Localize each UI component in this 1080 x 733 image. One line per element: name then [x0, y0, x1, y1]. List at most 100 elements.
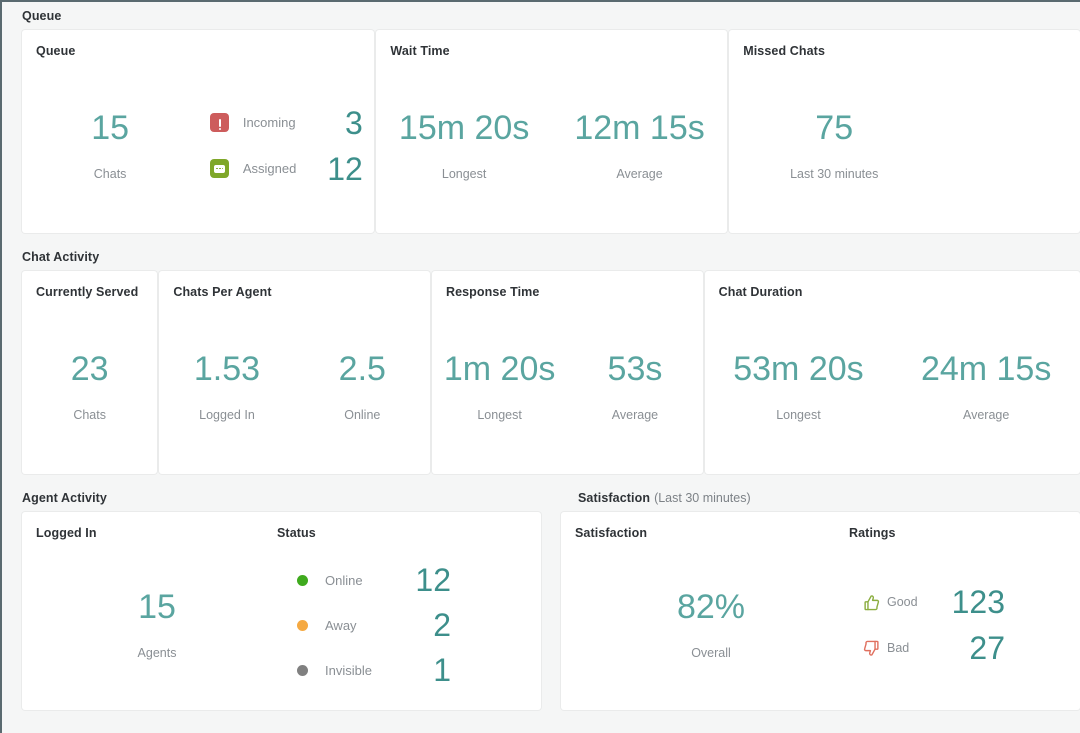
chat-activity-card-row: Currently Served 23 Chats Chats Per Agen… — [2, 271, 1080, 474]
metric-caption: Overall — [691, 646, 731, 660]
metric-response-average: 53s Average — [608, 352, 663, 422]
chat-tile-icon — [210, 159, 230, 179]
metric-caption: Longest — [442, 167, 486, 181]
card-title-response-time: Response Time — [432, 271, 703, 299]
card-title-ratings: Ratings — [849, 512, 896, 540]
metric-wait-longest: 15m 20s Longest — [399, 111, 529, 181]
status-value: 2 — [409, 609, 451, 641]
metric-duration-average: 24m 15s Average — [921, 352, 1051, 422]
metric-value: 53s — [608, 352, 663, 386]
online-dot-icon — [292, 570, 312, 590]
invisible-dot-icon — [292, 660, 312, 680]
metric-caption: Chats — [73, 408, 106, 422]
metric-caption: Online — [344, 408, 380, 422]
dashboard-root: Queue Queue 15 Chats — [0, 0, 1080, 733]
metric-value: 1.53 — [194, 352, 260, 386]
metric-caption: Chats — [94, 167, 127, 181]
card-logged-in[interactable]: Logged In Status 15 Agents — [22, 512, 541, 710]
status-value: 12 — [409, 564, 451, 596]
section-header-queue: Queue — [2, 2, 1080, 30]
card-title-chat-duration: Chat Duration — [705, 271, 1080, 299]
rating-value: 123 — [939, 586, 1005, 618]
metric-value: 53m 20s — [733, 352, 863, 386]
metric-caption: Average — [616, 167, 662, 181]
section-title-agent-activity: Agent Activity — [22, 491, 107, 505]
card-title-wait-time: Wait Time — [376, 30, 727, 58]
queue-breakdown: Incoming 3 Assigned 12 — [210, 107, 363, 185]
thumbs-down-icon — [861, 638, 881, 658]
metric-value: 2.5 — [339, 352, 386, 386]
card-title-satisfaction: Satisfaction — [561, 512, 849, 540]
card-queue[interactable]: Queue 15 Chats — [22, 30, 374, 233]
metric-value: 75 — [815, 111, 853, 145]
status-row-online: Online 12 — [292, 564, 451, 596]
section-header-agent-activity: Agent Activity — [2, 484, 570, 512]
ratings-breakdown: Good 123 Bad — [861, 586, 1005, 664]
metric-caption: Longest — [776, 408, 820, 422]
metric-value: 15m 20s — [399, 111, 529, 145]
section-title-chat-activity: Chat Activity — [22, 250, 99, 264]
status-value: 1 — [409, 654, 451, 686]
card-chats-per-agent[interactable]: Chats Per Agent 1.53 Logged In 2.5 Onlin… — [159, 271, 430, 474]
section-title-satisfaction: Satisfaction — [578, 491, 650, 505]
metric-agents-logged-in: 15 Agents — [138, 590, 177, 660]
metric-chats-per-agent-online: 2.5 Online — [339, 352, 386, 422]
card-title-queue: Queue — [22, 30, 374, 58]
section-subtitle-satisfaction: (Last 30 minutes) — [654, 491, 751, 505]
metric-missed-chats: 75 Last 30 minutes — [790, 111, 878, 181]
breakdown-row-assigned: Assigned 12 — [210, 153, 363, 185]
status-label: Invisible — [325, 663, 409, 678]
metric-duration-longest: 53m 20s Longest — [733, 352, 863, 422]
section-title-queue: Queue — [22, 9, 61, 23]
metric-chats-per-agent-logged-in: 1.53 Logged In — [194, 352, 260, 422]
breakdown-row-incoming: Incoming 3 — [210, 107, 363, 139]
card-currently-served[interactable]: Currently Served 23 Chats — [22, 271, 157, 474]
rating-row-bad: Bad 27 — [861, 632, 1005, 664]
metric-queue-chats: 15 Chats — [91, 111, 129, 181]
card-title-status: Status — [277, 512, 316, 540]
metric-value: 1m 20s — [444, 352, 556, 386]
thumbs-up-icon — [861, 592, 881, 612]
status-row-away: Away 2 — [292, 609, 451, 641]
card-satisfaction[interactable]: Satisfaction Ratings 82% Overall — [561, 512, 1080, 710]
metric-caption: Average — [963, 408, 1009, 422]
metric-value: 12m 15s — [574, 111, 704, 145]
metric-caption: Longest — [477, 408, 521, 422]
card-title-currently-served: Currently Served — [22, 271, 157, 299]
card-wait-time[interactable]: Wait Time 15m 20s Longest 12m 15s Averag… — [376, 30, 727, 233]
metric-currently-served: 23 Chats — [71, 352, 109, 422]
section-header-chat-activity: Chat Activity — [2, 243, 1080, 271]
card-title-missed-chats: Missed Chats — [729, 30, 1080, 58]
breakdown-value: 3 — [317, 107, 363, 139]
metric-caption: Logged In — [199, 408, 255, 422]
metric-satisfaction-overall: 82% Overall — [677, 590, 745, 660]
metric-caption: Average — [612, 408, 658, 422]
card-chat-duration[interactable]: Chat Duration 53m 20s Longest 24m 15s Av… — [705, 271, 1080, 474]
agent-activity-card-row: Logged In Status 15 Agents — [2, 512, 1080, 710]
metric-value: 82% — [677, 590, 745, 624]
metric-wait-average: 12m 15s Average — [574, 111, 704, 181]
metric-value: 15 — [91, 111, 129, 145]
metric-response-longest: 1m 20s Longest — [444, 352, 556, 422]
rating-label: Good — [887, 595, 939, 609]
card-response-time[interactable]: Response Time 1m 20s Longest 53s Average — [432, 271, 703, 474]
status-breakdown: Online 12 Away 2 — [292, 564, 451, 686]
card-title-logged-in: Logged In — [22, 512, 277, 540]
metric-value: 24m 15s — [921, 352, 1051, 386]
alert-tile-icon — [210, 113, 230, 133]
metric-caption: Agents — [138, 646, 177, 660]
queue-card-row: Queue 15 Chats — [2, 30, 1080, 233]
card-missed-chats[interactable]: Missed Chats 75 Last 30 minutes — [729, 30, 1080, 233]
metric-value: 15 — [138, 590, 176, 624]
breakdown-label: Incoming — [243, 115, 317, 130]
status-label: Online — [325, 573, 409, 588]
away-dot-icon — [292, 615, 312, 635]
metric-value: 23 — [71, 352, 109, 386]
breakdown-label: Assigned — [243, 161, 317, 176]
metric-caption: Last 30 minutes — [790, 167, 878, 181]
rating-row-good: Good 123 — [861, 586, 1005, 618]
rating-label: Bad — [887, 641, 939, 655]
card-title-chats-per-agent: Chats Per Agent — [159, 271, 430, 299]
breakdown-value: 12 — [317, 153, 363, 185]
status-row-invisible: Invisible 1 — [292, 654, 451, 686]
